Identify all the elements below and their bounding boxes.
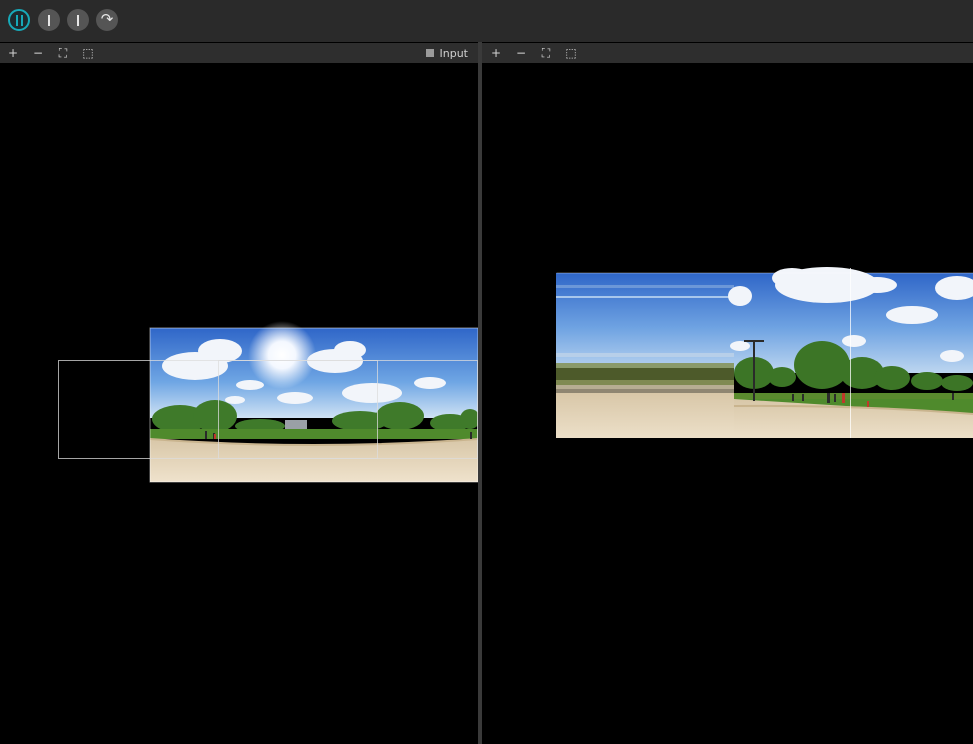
fit-view-button[interactable]: ⛶ (538, 45, 554, 61)
zoom-in-button[interactable]: + (488, 45, 504, 61)
step-button[interactable] (38, 9, 60, 31)
step-back-button[interactable] (67, 9, 89, 31)
select-region-button[interactable]: ⬚ (563, 45, 579, 61)
zoom-out-button[interactable]: − (513, 45, 529, 61)
input-viewport[interactable] (0, 63, 478, 744)
pause-icon (15, 14, 23, 26)
output-viewport[interactable] (482, 63, 973, 744)
top-toolbar: ↷ (0, 0, 973, 42)
redo-icon: ↷ (100, 10, 114, 28)
bar-icon (48, 14, 50, 26)
unwrapped-image (556, 267, 973, 438)
zoom-out-button[interactable]: − (30, 45, 46, 61)
input-label: Input (439, 46, 468, 60)
crop-region-outline[interactable] (218, 360, 378, 459)
checkbox-icon (425, 49, 434, 57)
zoom-in-button[interactable]: + (5, 45, 21, 61)
input-toggle[interactable]: Input (425, 43, 468, 63)
select-region-button[interactable]: ⬚ (80, 45, 96, 61)
bar-icon (77, 14, 79, 26)
fit-view-button[interactable]: ⛶ (55, 45, 71, 61)
pause-button[interactable] (8, 9, 30, 31)
right-panel-toolbar: + − ⛶ ⬚ (482, 43, 973, 63)
left-panel-toolbar: + − ⛶ ⬚ Input (0, 43, 478, 63)
redo-button[interactable]: ↷ (96, 9, 118, 31)
